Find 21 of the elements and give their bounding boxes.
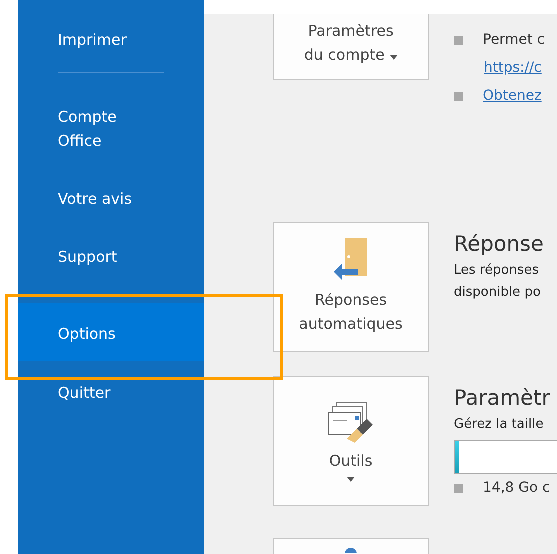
sidebar-item[interactable]: Support xyxy=(18,245,204,269)
sidebar-item[interactable]: Imprimer xyxy=(18,28,204,52)
sidebar-item[interactable]: Options xyxy=(18,303,204,361)
button-label: Paramètres du compte xyxy=(304,19,398,67)
button-label: Outils xyxy=(329,450,373,472)
section-text: disponible po xyxy=(454,284,542,302)
tools-button[interactable]: Outils xyxy=(273,376,429,506)
link[interactable]: https://c xyxy=(484,54,542,82)
button-label: Réponses automatiques xyxy=(299,290,403,335)
option-button[interactable]: Paramètres du compte xyxy=(273,14,429,80)
link[interactable]: Obtenez xyxy=(483,82,542,110)
section-text: Gérez la taille xyxy=(454,416,545,434)
section-heading: Réponse xyxy=(454,231,545,258)
option-button[interactable]: Réponses automatiques xyxy=(273,222,429,352)
sidebar-item[interactable]: Votre avis xyxy=(18,187,204,211)
sidebar-item[interactable]: Compte Office xyxy=(18,105,204,153)
sidebar-item[interactable]: Quitter xyxy=(18,381,204,405)
bullet-text: Permet c xyxy=(483,31,545,50)
section-heading: Paramètr xyxy=(454,385,552,412)
bullet-text: 14,8 Go c xyxy=(483,479,550,498)
section-text: Les réponses xyxy=(454,262,540,280)
